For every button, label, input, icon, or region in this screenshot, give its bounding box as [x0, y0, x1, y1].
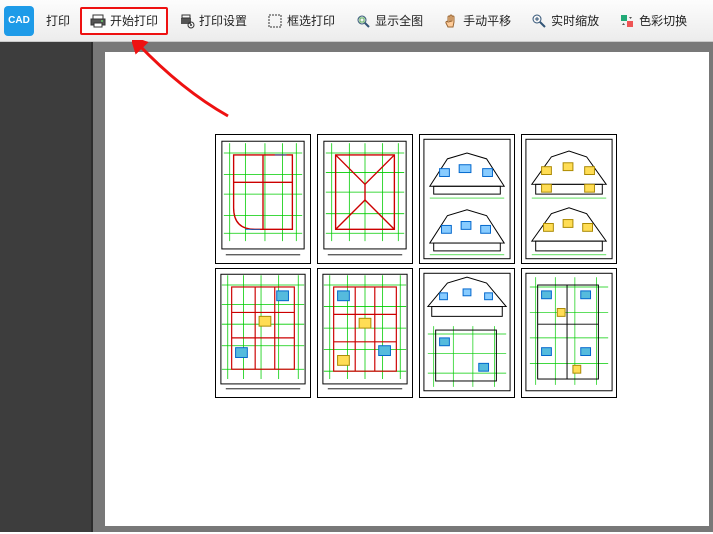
toolbar: CAD 打印 开始打印 打印设置 框选打印 显示全图 手动平移 实	[0, 0, 713, 42]
zoom-icon	[531, 13, 547, 29]
manual-pan-label: 手动平移	[463, 12, 511, 29]
tab-print[interactable]: 打印	[38, 12, 78, 29]
print-settings-label: 打印设置	[199, 12, 247, 29]
color-swap-icon	[619, 13, 635, 29]
app-logo: CAD	[4, 6, 34, 36]
drawing-grid	[215, 134, 617, 398]
drawing-tile	[419, 268, 515, 398]
drawing-tile	[521, 134, 617, 264]
box-select-print-button[interactable]: 框选打印	[258, 7, 344, 35]
realtime-zoom-label: 实时缩放	[551, 12, 599, 29]
show-full-label: 显示全图	[375, 12, 423, 29]
drawing-tile	[215, 268, 311, 398]
fit-view-icon	[355, 13, 371, 29]
drawing-tile	[419, 134, 515, 264]
box-select-print-label: 框选打印	[287, 12, 335, 29]
printer-gear-icon	[179, 13, 195, 29]
drawing-tile	[317, 268, 413, 398]
manual-pan-button[interactable]: 手动平移	[434, 7, 520, 35]
print-preview-area[interactable]	[93, 42, 713, 532]
start-print-label: 开始打印	[110, 12, 158, 29]
color-switch-label: 色彩切换	[639, 12, 687, 29]
color-switch-button[interactable]: 色彩切换	[610, 7, 696, 35]
start-print-button[interactable]: 开始打印	[80, 7, 168, 35]
drawing-tile	[521, 268, 617, 398]
hand-icon	[443, 13, 459, 29]
printer-icon	[90, 13, 106, 29]
drawing-tile	[317, 134, 413, 264]
print-settings-button[interactable]: 打印设置	[170, 7, 256, 35]
preview-sheet	[105, 52, 709, 526]
realtime-zoom-button[interactable]: 实时缩放	[522, 7, 608, 35]
drawing-tile	[215, 134, 311, 264]
workarea	[0, 42, 713, 532]
selection-rect-icon	[267, 13, 283, 29]
show-full-button[interactable]: 显示全图	[346, 7, 432, 35]
left-gutter	[0, 42, 93, 532]
